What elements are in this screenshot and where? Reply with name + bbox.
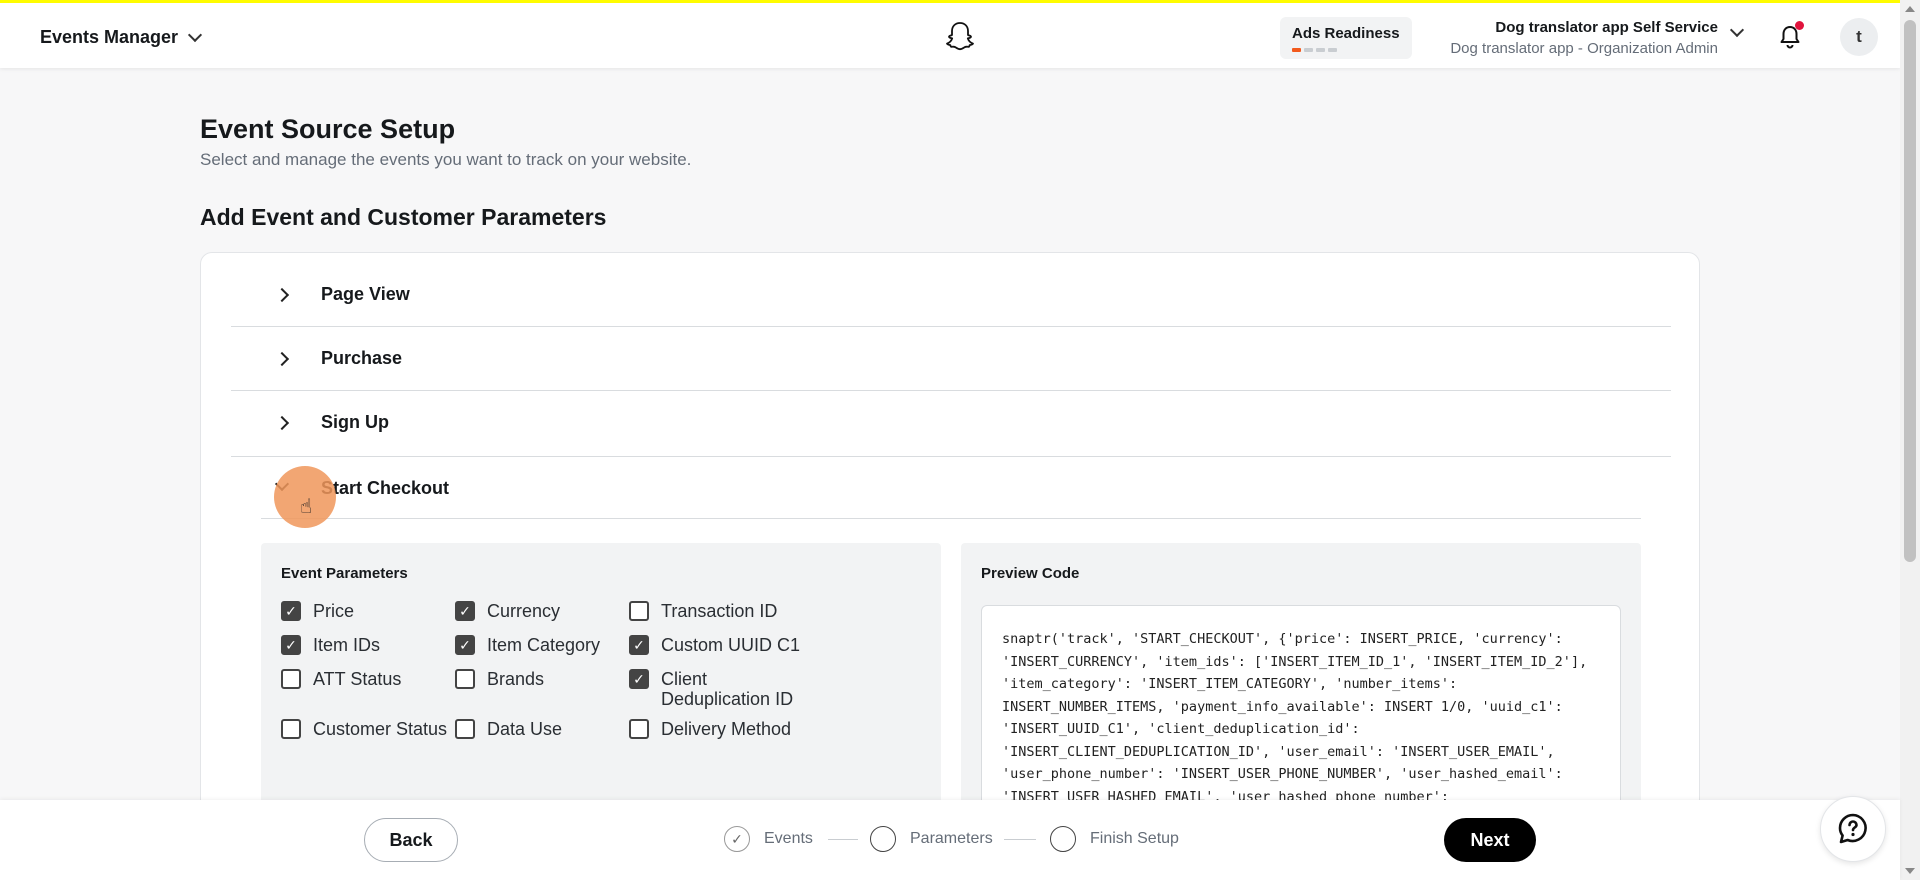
event-row-sign-up[interactable]: Sign Up xyxy=(231,391,1671,457)
parameter-checkbox[interactable]: Transaction ID xyxy=(629,601,809,621)
parameter-label: ATT Status xyxy=(313,669,402,689)
checkbox-checked-icon[interactable]: ✓ xyxy=(629,669,649,689)
checkbox-unchecked-icon[interactable] xyxy=(455,719,475,739)
ads-readiness-progress xyxy=(1292,48,1400,52)
parameter-checkbox[interactable]: ✓ Client Deduplication ID xyxy=(629,669,809,709)
page-title: Event Source Setup xyxy=(200,114,456,144)
checkbox-unchecked-icon[interactable] xyxy=(281,669,301,689)
hand-cursor-icon: ☝ xyxy=(300,496,313,518)
parameter-checkbox[interactable]: ATT Status xyxy=(281,669,401,689)
notification-dot xyxy=(1795,21,1804,30)
org-name: Dog translator app Self Service xyxy=(1495,19,1718,36)
chevron-right-icon xyxy=(274,287,290,303)
parameter-label: Client Deduplication ID xyxy=(661,669,794,709)
parameter-label: Delivery Method xyxy=(661,719,792,739)
parameter-checkbox[interactable]: ✓ Item IDs xyxy=(281,635,380,655)
top-bar: Events Manager Ads Readiness Dog transla… xyxy=(0,0,1900,68)
preview-code-panel: Preview Code snaptr('track', 'START_CHEC… xyxy=(961,543,1641,811)
help-button[interactable] xyxy=(1820,796,1886,862)
step-label: Parameters xyxy=(910,830,993,847)
checkbox-unchecked-icon[interactable] xyxy=(455,669,475,689)
checkbox-checked-icon[interactable]: ✓ xyxy=(455,635,475,655)
parameter-label: Customer Status xyxy=(313,719,448,739)
chevron-right-icon xyxy=(274,351,290,367)
chevron-down-icon[interactable] xyxy=(1729,22,1745,38)
parameter-label: Item Category xyxy=(487,635,601,655)
preview-code-block: snaptr('track', 'START_CHECKOUT', {'pric… xyxy=(981,605,1621,811)
parameter-checkbox[interactable]: ✓ Currency xyxy=(455,601,560,621)
parameter-checkbox[interactable]: ✓ Price xyxy=(281,601,354,621)
checkbox-checked-icon[interactable]: ✓ xyxy=(455,601,475,621)
page-scrollbar[interactable] xyxy=(1900,0,1920,880)
footer-bar: Back ✓ Events Parameters Finish Setup Ne… xyxy=(0,800,1900,880)
event-row-start-checkout[interactable]: Start Checkout xyxy=(261,457,1641,519)
parameter-label: Data Use xyxy=(487,719,563,739)
event-label: Sign Up xyxy=(321,412,389,432)
organization-switcher[interactable]: Dog translator app Self Service Dog tran… xyxy=(1450,19,1718,57)
event-row-purchase[interactable]: Purchase xyxy=(231,327,1671,391)
step-connector xyxy=(828,839,858,840)
parameter-checkbox[interactable]: ✓ Item Category xyxy=(455,635,600,655)
org-role: Dog translator app - Organization Admin xyxy=(1450,40,1718,57)
event-parameters-heading: Event Parameters xyxy=(281,565,408,582)
step-label: Finish Setup xyxy=(1090,830,1179,847)
parameter-label: Item IDs xyxy=(313,635,381,655)
chevron-right-icon xyxy=(274,415,290,431)
checkbox-checked-icon[interactable]: ✓ xyxy=(281,635,301,655)
events-card: Page View Purchase Sign Up Start Checkou… xyxy=(200,252,1700,812)
event-label: Start Checkout xyxy=(321,478,450,498)
scroll-down-icon[interactable] xyxy=(1905,868,1915,874)
step-events: ✓ Events xyxy=(724,826,813,852)
parameter-checkbox[interactable]: Data Use xyxy=(455,719,562,739)
preview-code-heading: Preview Code xyxy=(981,565,1080,582)
step-parameters: Parameters xyxy=(870,826,993,852)
step-circle-icon xyxy=(1050,826,1076,852)
step-circle-icon xyxy=(870,826,896,852)
parameter-label: Transaction ID xyxy=(661,601,778,621)
event-row-page-view[interactable]: Page View xyxy=(231,263,1671,327)
checkbox-unchecked-icon[interactable] xyxy=(281,719,301,739)
checkbox-checked-icon[interactable]: ✓ xyxy=(629,635,649,655)
event-label: Page View xyxy=(321,284,410,304)
back-button[interactable]: Back xyxy=(364,818,458,862)
parameter-label: Price xyxy=(313,601,355,621)
parameter-checkbox[interactable]: Customer Status xyxy=(281,719,447,739)
notifications-button[interactable] xyxy=(1774,21,1806,53)
checkbox-checked-icon[interactable]: ✓ xyxy=(281,601,301,621)
help-chat-icon xyxy=(1838,813,1867,844)
parameter-checkbox[interactable]: Brands xyxy=(455,669,544,689)
parameter-label: Currency xyxy=(487,601,561,621)
app-title: Events Manager xyxy=(40,27,179,47)
next-button[interactable]: Next xyxy=(1444,818,1536,862)
scrollbar-thumb[interactable] xyxy=(1904,20,1916,562)
snapchat-ghost-icon[interactable] xyxy=(942,19,978,55)
step-finish-setup: Finish Setup xyxy=(1050,826,1179,852)
step-connector xyxy=(1004,839,1036,840)
event-parameters-panel: Event Parameters ✓ Price ✓ Currency Transact… xyxy=(261,543,941,811)
event-label: Purchase xyxy=(321,348,403,368)
app-switcher[interactable]: Events Manager xyxy=(40,27,203,48)
checkbox-unchecked-icon[interactable] xyxy=(629,601,649,621)
parameter-label: Brands xyxy=(487,669,545,689)
section-title: Add Event and Customer Parameters xyxy=(200,204,607,230)
ads-readiness-label: Ads Readiness xyxy=(1292,25,1400,42)
checkbox-unchecked-icon[interactable] xyxy=(629,719,649,739)
parameter-checkbox[interactable]: ✓ Custom UUID C1 xyxy=(629,635,809,655)
chevron-down-icon xyxy=(187,27,203,43)
parameter-label: Custom UUID C1 xyxy=(661,635,801,655)
page-subtitle: Select and manage the events you want to… xyxy=(200,150,692,169)
scroll-up-icon[interactable] xyxy=(1905,6,1915,12)
parameter-checkbox[interactable]: Delivery Method xyxy=(629,719,809,739)
avatar[interactable]: t xyxy=(1840,18,1878,56)
step-label: Events xyxy=(764,830,813,847)
ads-readiness-widget[interactable]: Ads Readiness xyxy=(1280,17,1412,59)
check-icon: ✓ xyxy=(724,826,750,852)
